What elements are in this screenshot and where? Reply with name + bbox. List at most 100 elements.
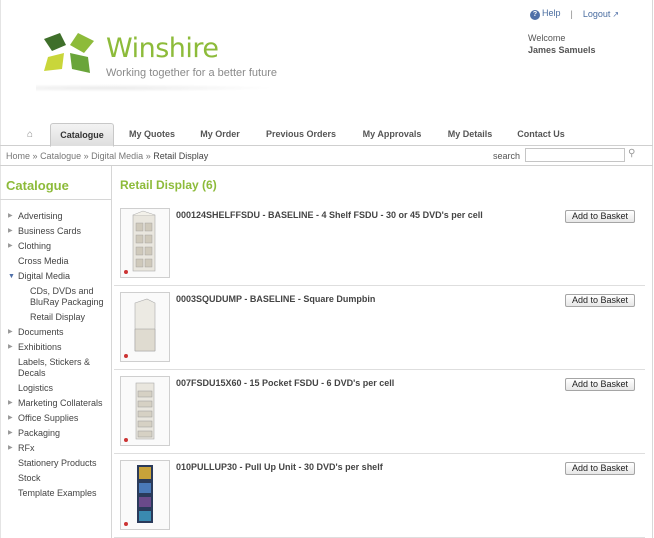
logo-shadow xyxy=(36,84,276,92)
sidebar-item[interactable]: ▶ Office Supplies xyxy=(0,413,112,424)
collapsed-arrow-icon[interactable]: ▶ xyxy=(8,226,13,237)
sidebar-item[interactable]: ▶ Clothing xyxy=(0,241,112,252)
sidebar-item-label: Clothing xyxy=(18,241,52,251)
tab-my-approvals[interactable]: My Approvals xyxy=(352,123,432,146)
sidebar-item-label: Exhibitions xyxy=(18,342,62,352)
sidebar-item[interactable]: ▶ Exhibitions xyxy=(0,342,112,353)
sidebar-item[interactable]: Template Examples xyxy=(0,488,112,499)
link-separator: | xyxy=(570,8,573,19)
product-title[interactable]: 0003SQUDUMP - BASELINE - Square Dumpbin xyxy=(176,294,375,304)
category-list: ▶ Advertising ▶ Business Cards ▶ Clothing Cros… xyxy=(0,211,112,503)
product-title[interactable]: 007FSDU15X60 - 15 Pocket FSDU - 6 DVD's … xyxy=(176,378,394,388)
tab-my-details[interactable]: My Details xyxy=(438,123,502,146)
breadcrumb-digital-media[interactable]: Digital Media xyxy=(91,151,143,161)
help-icon: ? xyxy=(530,9,540,20)
add-to-basket-button[interactable]: Add to Basket xyxy=(565,294,635,307)
sidebar-item[interactable]: Stock xyxy=(0,473,112,484)
welcome-block: Welcome James Samuels xyxy=(528,32,596,56)
product-title[interactable]: 010PULLUP30 - Pull Up Unit - 30 DVD's pe… xyxy=(176,462,383,472)
logout-icon: ↗ xyxy=(612,9,620,19)
sidebar-item-label: Retail Display xyxy=(30,312,86,322)
add-to-basket-button[interactable]: Add to Basket xyxy=(565,462,635,475)
sidebar-item-label: Labels, Stickers & Decals xyxy=(18,357,91,378)
brand-tagline: Working together for a better future xyxy=(106,67,277,79)
tab-catalogue[interactable]: Catalogue xyxy=(50,123,114,147)
tab-contact-us[interactable]: Contact Us xyxy=(508,123,574,146)
breadcrumb-separator: » xyxy=(83,151,89,161)
product-title[interactable]: 000124SHELFFSDU - BASELINE - 4 Shelf FSD… xyxy=(176,210,483,220)
sidebar-item[interactable]: Labels, Stickers & Decals xyxy=(0,357,112,379)
sidebar-item-label: Documents xyxy=(18,327,64,337)
search-label: search xyxy=(493,151,521,161)
brand-name: Winshire xyxy=(106,33,219,64)
sidebar-item[interactable]: Retail Display xyxy=(0,312,112,323)
user-name: James Samuels xyxy=(528,45,596,55)
logout-label: Logout xyxy=(582,8,611,19)
sidebar-item[interactable]: CDs, DVDs and BluRay Packaging xyxy=(0,286,112,308)
sidebar-item[interactable]: Cross Media xyxy=(0,256,112,267)
breadcrumb-separator: » xyxy=(145,151,151,161)
tab-my-quotes[interactable]: My Quotes xyxy=(120,123,184,146)
sidebar-item[interactable]: ▶ Documents xyxy=(0,327,112,338)
collapsed-arrow-icon[interactable]: ▶ xyxy=(8,443,13,454)
collapsed-arrow-icon[interactable]: ▶ xyxy=(8,211,13,222)
breadcrumb-separator: » xyxy=(32,151,38,161)
sidebar-item[interactable]: ▶ Business Cards xyxy=(0,226,112,237)
sidebar-item-label: Logistics xyxy=(18,383,54,393)
sidebar-item-label: Advertising xyxy=(18,211,63,221)
add-to-basket-button[interactable]: Add to Basket xyxy=(565,378,635,391)
main-nav: ⌂ Catalogue My Quotes My Order Previous … xyxy=(0,123,653,147)
sidebar-title: Catalogue xyxy=(6,178,69,193)
sidebar-item-label: Stationery Products xyxy=(18,458,97,468)
sidebar-item[interactable]: Logistics xyxy=(0,383,112,394)
sidebar-item-label: Marketing Collaterals xyxy=(18,398,103,408)
product-thumbnail[interactable] xyxy=(120,460,170,530)
collapsed-arrow-icon[interactable]: ▶ xyxy=(8,428,13,439)
sidebar-item-label: Digital Media xyxy=(18,271,71,281)
breadcrumb-catalogue[interactable]: Catalogue xyxy=(40,151,81,161)
sidebar-item-label: Template Examples xyxy=(18,488,97,498)
collapsed-arrow-icon[interactable]: ▶ xyxy=(8,342,13,353)
product-thumbnail[interactable] xyxy=(120,208,170,278)
product-row: 000124SHELFFSDU - BASELINE - 4 Shelf FSD… xyxy=(114,202,645,286)
logout-link[interactable]: Logout ↗ xyxy=(583,9,619,19)
search-icon[interactable]: ⚲ xyxy=(628,148,635,159)
help-label: Help xyxy=(542,8,561,18)
collapsed-arrow-icon[interactable]: ▶ xyxy=(8,241,13,252)
collapsed-arrow-icon[interactable]: ▶ xyxy=(8,327,13,338)
product-row: 007FSDU15X60 - 15 Pocket FSDU - 6 DVD's … xyxy=(114,370,645,454)
sidebar-item[interactable]: ▶ Packaging xyxy=(0,428,112,439)
sidebar-item-label: Packaging xyxy=(18,428,61,438)
sidebar-item-label: Business Cards xyxy=(18,226,82,236)
collapsed-arrow-icon[interactable]: ▶ xyxy=(8,413,13,424)
sidebar-item[interactable]: Stationery Products xyxy=(0,458,112,469)
sidebar-item[interactable]: ▶ Marketing Collaterals xyxy=(0,398,112,409)
sidebar-divider xyxy=(0,199,111,200)
add-to-basket-button[interactable]: Add to Basket xyxy=(565,210,635,223)
product-row: 0003SQUDUMP - BASELINE - Square Dumpbin A… xyxy=(114,286,645,370)
search-input[interactable] xyxy=(525,148,625,162)
welcome-label: Welcome xyxy=(528,33,566,43)
sidebar-item-label: Cross Media xyxy=(18,256,69,266)
product-thumbnail[interactable] xyxy=(120,292,170,362)
sidebar-item[interactable]: ▼ Digital Media xyxy=(0,271,112,282)
sidebar-item[interactable]: ▶ Advertising xyxy=(0,211,112,222)
top-links: ? Help | Logout ↗ xyxy=(530,8,619,20)
tab-previous-orders[interactable]: Previous Orders xyxy=(258,123,344,146)
tab-home[interactable]: ⌂ xyxy=(18,123,42,146)
breadcrumb: Home » Catalogue » Digital Media » Retai… xyxy=(6,151,208,161)
sidebar-item-label: Stock xyxy=(18,473,41,483)
breadcrumb-current: Retail Display xyxy=(153,151,209,161)
tab-my-order[interactable]: My Order xyxy=(190,123,250,146)
help-link[interactable]: ? Help xyxy=(530,8,561,20)
page-title: Retail Display (6) xyxy=(120,178,217,192)
breadcrumb-bar: Home » Catalogue » Digital Media » Retai… xyxy=(0,146,653,166)
product-thumbnail[interactable] xyxy=(120,376,170,446)
expanded-arrow-icon[interactable]: ▼ xyxy=(8,271,15,282)
sidebar-item[interactable]: ▶ RFx xyxy=(0,443,112,454)
winshire-logo[interactable] xyxy=(40,31,100,79)
sidebar-item-label: Office Supplies xyxy=(18,413,79,423)
category-sidebar: Catalogue ▶ Advertising ▶ Business Cards ▶ Cl… xyxy=(0,166,112,538)
collapsed-arrow-icon[interactable]: ▶ xyxy=(8,398,13,409)
breadcrumb-home[interactable]: Home xyxy=(6,151,30,161)
